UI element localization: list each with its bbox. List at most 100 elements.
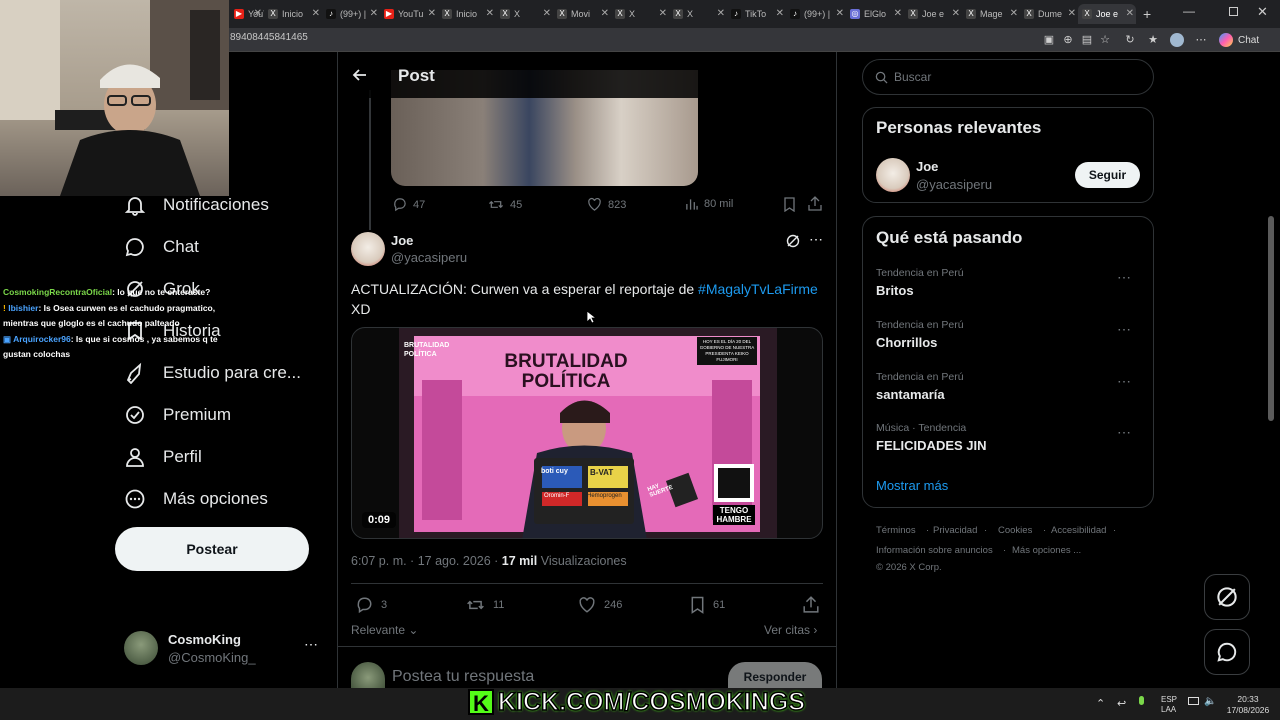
trend-more-icon[interactable]: ⋯ [1117, 373, 1132, 390]
trend-more-icon[interactable]: ⋯ [1117, 321, 1132, 338]
relevant-person-name[interactable]: Joe [916, 159, 938, 174]
tab-close-icon[interactable]: ✕ [486, 8, 494, 19]
tab-close-icon[interactable]: ✕ [1010, 8, 1018, 19]
trend-more-icon[interactable]: ⋯ [1117, 424, 1132, 441]
new-tab-button[interactable]: + [1143, 6, 1151, 22]
restore-button[interactable] [1229, 7, 1238, 16]
tray-display-icon[interactable] [1188, 697, 1199, 705]
relevant-person-handle[interactable]: @yacasiperu [916, 177, 992, 192]
tab-close-icon[interactable]: ✕ [836, 8, 844, 19]
previous-share-icon[interactable] [808, 196, 822, 211]
post-timestamp[interactable]: 6:07 p. m. · 17 ago. 2026 · [351, 554, 502, 568]
trend-item[interactable]: Música · Tendencia FELICIDADES JIN ⋯ [876, 422, 1146, 453]
tab-3[interactable]: ▶ YouTu ✕ [380, 4, 438, 24]
tray-network-icon[interactable]: ↩ [1117, 697, 1126, 710]
grok-floating-button[interactable] [1204, 574, 1250, 620]
footer-link[interactable]: Accesibilidad [1051, 525, 1106, 536]
zoom-icon[interactable]: ⊕ [1062, 34, 1074, 46]
footer-link[interactable]: Más opciones ... [1012, 545, 1081, 556]
nav-item-estudio-para-cre[interactable]: Estudio para cre... [124, 362, 301, 384]
previous-reply-stat[interactable]: 47 [392, 197, 425, 212]
tab-9[interactable]: ♪ TikTo ✕ [727, 4, 786, 24]
messages-floating-button[interactable] [1204, 629, 1250, 675]
tab-close-icon[interactable]: ✕ [312, 8, 320, 19]
refresh-extension-icon[interactable]: ↻ [1124, 34, 1136, 46]
tab-close-icon[interactable]: ✕ [543, 8, 551, 19]
close-window-button[interactable]: ✕ [1257, 4, 1268, 20]
tab-15[interactable]: X Joe e ✕ [1078, 4, 1136, 24]
tab-close-icon[interactable]: ✕ [428, 8, 436, 19]
show-more-link[interactable]: Mostrar más [876, 478, 948, 493]
trend-more-icon[interactable]: ⋯ [1117, 269, 1132, 286]
bookmark-stat[interactable]: 61 [690, 596, 725, 614]
tab-close-icon[interactable]: ✕ [1126, 8, 1134, 19]
language-indicator[interactable]: ESP LAA [1161, 695, 1177, 715]
nav-item-chat[interactable]: Chat [124, 236, 199, 258]
nav-item-premium[interactable]: Premium [124, 404, 231, 426]
reply-input[interactable]: Postea tu respuesta [392, 668, 534, 686]
favorites-icon[interactable]: ★ [1147, 34, 1159, 46]
tab-close-icon[interactable]: ✕ [1068, 8, 1076, 19]
page-scrollbar[interactable] [1268, 216, 1274, 421]
tab-close-icon[interactable]: ✕ [370, 8, 378, 19]
repost-stat[interactable]: 11 [466, 596, 504, 614]
previous-views-stat[interactable]: 80 mil [685, 197, 733, 211]
search-input[interactable]: Buscar [862, 59, 1154, 95]
post-button[interactable]: Postear [115, 527, 309, 571]
tab-11[interactable]: ◎ ElGlo ✕ [846, 4, 904, 24]
previous-repost-stat[interactable]: 45 [488, 197, 522, 212]
account-more-icon[interactable]: ⋯ [304, 636, 318, 653]
follow-button[interactable]: Seguir [1075, 162, 1140, 188]
extensions-icon[interactable]: ▣ [1043, 34, 1055, 46]
tab-close-icon[interactable]: ✕ [776, 8, 784, 19]
system-clock[interactable]: 20:33 17/08/2026 [1226, 694, 1270, 716]
reply-stat[interactable]: 3 [355, 596, 387, 614]
tab-close-icon[interactable]: ✕ [659, 8, 667, 19]
copilot-chat-label[interactable]: Chat [1238, 35, 1259, 46]
tab-6[interactable]: X Movi ✕ [553, 4, 611, 24]
post-more-icon[interactable]: ⋯ [809, 231, 823, 248]
tab-1[interactable]: X Inicio ✕ [264, 4, 322, 24]
back-arrow-icon[interactable] [352, 67, 368, 83]
tab-14[interactable]: X Dume ✕ [1020, 4, 1078, 24]
relevant-person-avatar[interactable] [876, 158, 910, 192]
author-name[interactable]: Joe [391, 233, 413, 248]
share-icon[interactable] [803, 596, 819, 613]
footer-link[interactable]: Cookies [998, 525, 1032, 536]
view-quotes-link[interactable]: Ver citas › [764, 623, 817, 637]
reader-icon[interactable]: ▤ [1081, 34, 1093, 46]
tab-close-icon[interactable]: ✕ [717, 8, 725, 19]
footer-link[interactable]: Información sobre anuncios [876, 545, 993, 556]
nav-item-notificaciones[interactable]: Notificaciones [124, 194, 269, 216]
author-handle[interactable]: @yacasiperu [391, 250, 467, 265]
favorite-star-icon[interactable]: ☆ [1099, 34, 1111, 46]
tray-microphone-icon[interactable] [1139, 696, 1144, 705]
hashtag-link[interactable]: #MagalyTvLaFirme [698, 281, 818, 297]
tab-close-icon[interactable]: ✕ [254, 8, 262, 19]
tab-8[interactable]: X X ✕ [669, 4, 727, 24]
copilot-icon[interactable] [1219, 33, 1233, 47]
trend-item[interactable]: Tendencia en Perú Britos ⋯ [876, 267, 1146, 298]
sort-dropdown[interactable]: Relevante ⌄ [351, 623, 418, 637]
tab-13[interactable]: X Mage ✕ [962, 4, 1020, 24]
footer-link[interactable]: Privacidad [933, 525, 977, 536]
author-avatar[interactable] [351, 232, 385, 266]
tab-close-icon[interactable]: ✕ [894, 8, 902, 19]
nav-item-más-opciones[interactable]: Más opciones [124, 488, 268, 510]
minimize-button[interactable]: — [1183, 4, 1195, 18]
tab-7[interactable]: X X ✕ [611, 4, 669, 24]
nav-item-perfil[interactable]: Perfil [124, 446, 202, 468]
previous-bookmark-icon[interactable] [783, 197, 796, 212]
trend-item[interactable]: Tendencia en Perú santamaría ⋯ [876, 371, 1146, 402]
grok-analyze-icon[interactable] [786, 234, 800, 248]
tab-close-icon[interactable]: ✕ [952, 8, 960, 19]
url-text[interactable]: 89408445841465 [230, 32, 308, 43]
like-stat[interactable]: 246 [578, 596, 622, 614]
tab-10[interactable]: ♪ (99+) | ✕ [786, 4, 846, 24]
tab-0[interactable]: ▶YouTu✕ [230, 4, 264, 24]
tab-4[interactable]: X Inicio ✕ [438, 4, 496, 24]
tray-volume-icon[interactable]: 🔈 [1204, 696, 1216, 707]
tab-12[interactable]: X Joe e ✕ [904, 4, 962, 24]
tab-close-icon[interactable]: ✕ [601, 8, 609, 19]
profile-avatar[interactable] [1170, 33, 1184, 47]
